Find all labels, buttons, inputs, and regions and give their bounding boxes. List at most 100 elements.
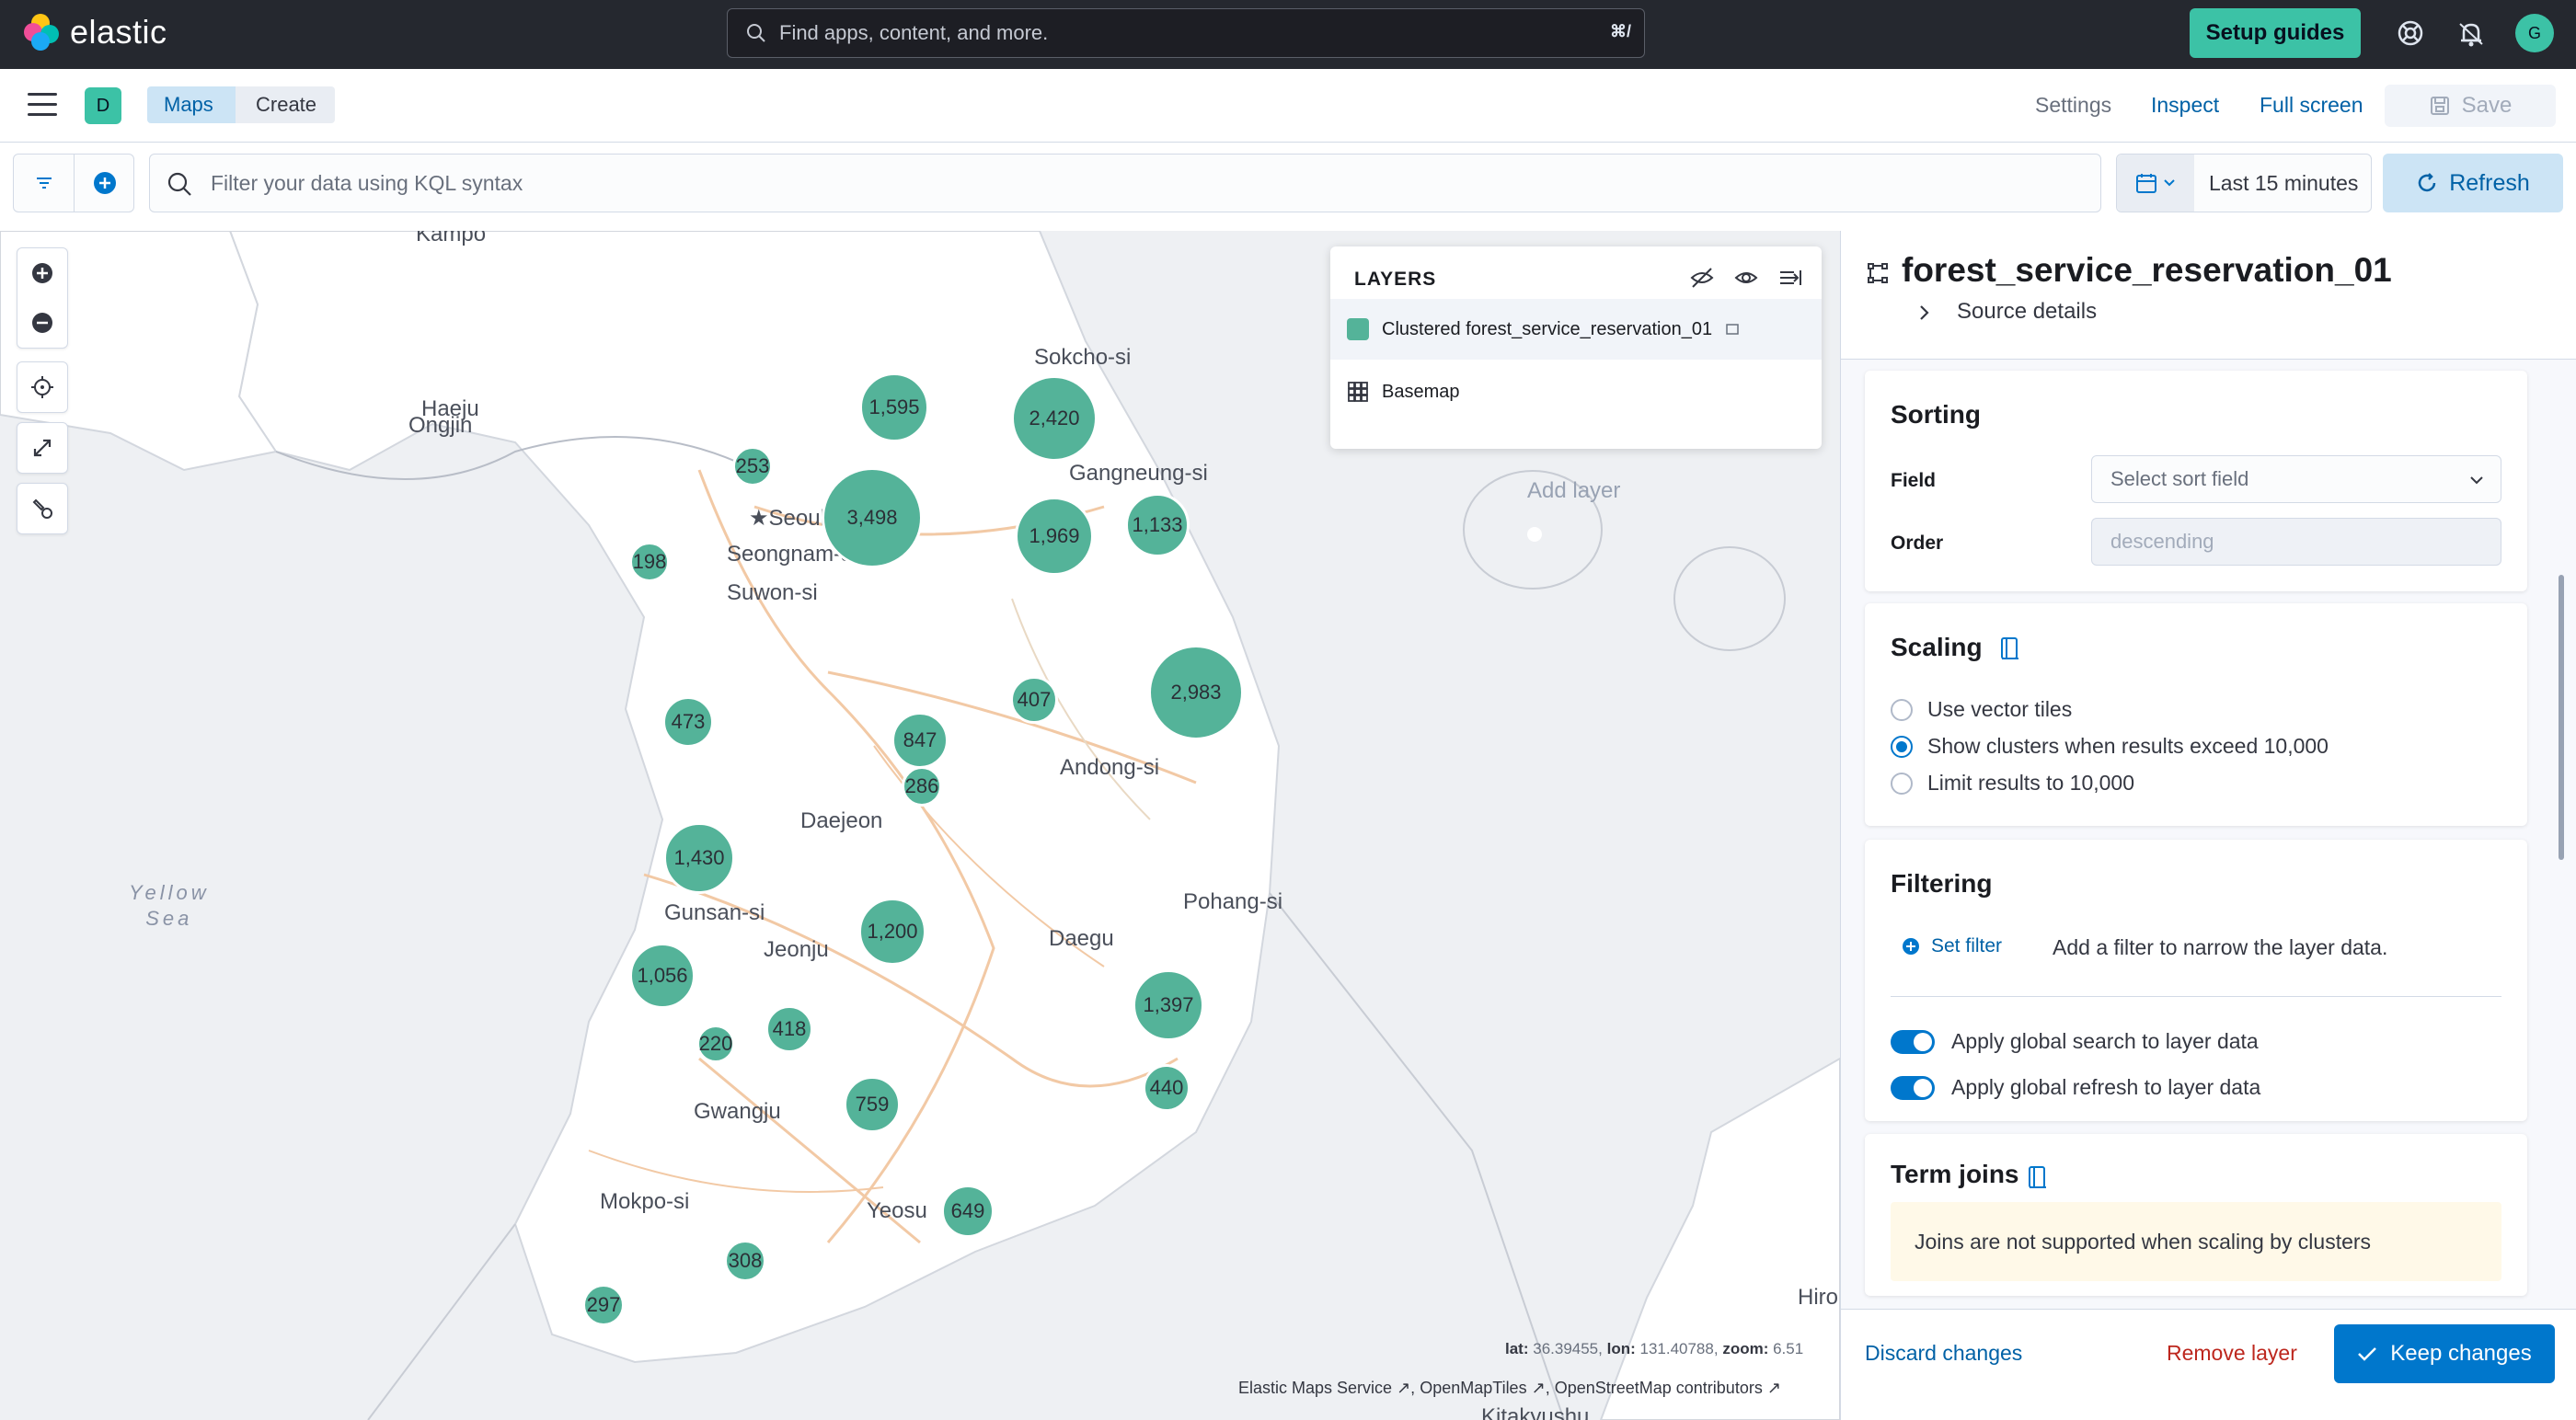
- order-label: Order: [1891, 532, 1944, 554]
- keep-changes-button[interactable]: Keep changes: [2334, 1324, 2555, 1383]
- filtering-section: Filtering Set filter Add a filter to nar…: [1865, 840, 2527, 1121]
- cluster-marker[interactable]: 1,397: [1133, 969, 1204, 1041]
- cluster-marker[interactable]: 1,133: [1125, 493, 1190, 557]
- attribution-osm[interactable]: OpenStreetMap contributors: [1555, 1379, 1763, 1397]
- cluster-marker[interactable]: 253: [732, 446, 773, 487]
- space-avatar[interactable]: D: [85, 87, 121, 124]
- settings-link[interactable]: Settings: [2035, 93, 2111, 118]
- cluster-marker[interactable]: 440: [1143, 1064, 1190, 1112]
- layer-name[interactable]: Basemap: [1382, 382, 1460, 403]
- date-picker[interactable]: Last 15 minutes: [2116, 154, 2372, 212]
- layer-item-basemap[interactable]: Basemap: [1330, 361, 1822, 422]
- breadcrumb-maps[interactable]: Maps: [147, 86, 236, 123]
- elastic-logo-link[interactable]: elastic: [24, 13, 167, 52]
- add-layer-button[interactable]: Add layer: [1527, 478, 1620, 504]
- layer-name[interactable]: Clustered forest_service_reservation_01: [1382, 319, 1712, 340]
- external-link-icon: ↗: [1397, 1379, 1411, 1397]
- cluster-layer-swatch-icon: [1347, 318, 1369, 340]
- cluster-marker[interactable]: 1,430: [663, 822, 735, 894]
- attribution-ems[interactable]: Elastic Maps Service: [1238, 1379, 1392, 1397]
- chevron-right-icon[interactable]: [1918, 304, 1931, 321]
- tools-icon[interactable]: [17, 483, 68, 534]
- cluster-marker[interactable]: 308: [724, 1240, 766, 1282]
- external-link-icon: ↗: [1766, 1379, 1781, 1397]
- layer-item-clustered[interactable]: Clustered forest_service_reservation_01: [1330, 299, 1822, 360]
- cluster-marker[interactable]: 649: [941, 1185, 995, 1238]
- cluster-marker[interactable]: 847: [891, 712, 949, 769]
- zoom-in-icon[interactable]: [17, 248, 68, 298]
- setup-guides-button[interactable]: Setup guides: [2190, 8, 2361, 58]
- radio-vector-tiles[interactable]: Use vector tiles: [1891, 697, 2072, 722]
- fit-to-data-icon[interactable]: [17, 422, 68, 474]
- cluster-marker[interactable]: 418: [765, 1005, 813, 1053]
- full-screen-link[interactable]: Full screen: [2260, 93, 2363, 118]
- cluster-marker[interactable]: 1,969: [1015, 497, 1094, 576]
- radio-circle-selected[interactable]: [1891, 735, 1913, 758]
- documentation-icon[interactable]: [1999, 636, 2021, 662]
- set-filter-button[interactable]: Set filter: [1902, 935, 2002, 957]
- field-label: Field: [1891, 470, 1937, 491]
- eye-closed-icon[interactable]: [1689, 265, 1715, 291]
- cluster-marker[interactable]: 1,595: [859, 372, 929, 442]
- help-icon[interactable]: [2394, 17, 2427, 50]
- cluster-marker[interactable]: 297: [582, 1284, 625, 1326]
- cluster-marker[interactable]: 473: [662, 696, 714, 748]
- add-filter-button[interactable]: [75, 155, 135, 212]
- documentation-icon[interactable]: [2027, 1165, 2049, 1191]
- lon-value: 131.40788: [1639, 1340, 1714, 1357]
- layer-panel-header: forest_service_reservation_01 Source det…: [1841, 231, 2576, 360]
- zoom-out-icon[interactable]: [17, 298, 68, 348]
- global-search-input[interactable]: Find apps, content, and more. ⌘/: [727, 8, 1645, 58]
- radio-circle[interactable]: [1891, 772, 1913, 795]
- set-view-icon[interactable]: [17, 361, 68, 413]
- sort-field-select[interactable]: Select sort field: [2091, 455, 2501, 503]
- filter-options: [13, 154, 134, 212]
- notifications-icon[interactable]: [2455, 17, 2488, 50]
- global-refresh-label: Apply global refresh to layer data: [1951, 1075, 2261, 1099]
- cluster-marker[interactable]: 1,056: [629, 943, 696, 1009]
- global-search-switch[interactable]: [1891, 1029, 1935, 1054]
- search-icon: [167, 172, 191, 196]
- user-avatar[interactable]: G: [2515, 14, 2554, 52]
- map-label-sokcho: Sokcho-si: [1034, 345, 1132, 370]
- global-refresh-switch[interactable]: [1891, 1075, 1935, 1100]
- check-icon: [2358, 1347, 2377, 1361]
- cluster-marker[interactable]: 759: [844, 1076, 901, 1133]
- menu-icon[interactable]: [28, 93, 57, 119]
- kql-search-input[interactable]: Filter your data using KQL syntax: [149, 154, 2101, 212]
- layer-settings-icon[interactable]: [1725, 322, 1740, 337]
- cluster-marker[interactable]: 2,983: [1148, 645, 1244, 740]
- remove-layer-button[interactable]: Remove layer: [2167, 1341, 2297, 1366]
- grid-icon: [1348, 382, 1368, 402]
- cluster-marker[interactable]: 1,200: [858, 898, 926, 966]
- search-shortcut: ⌘/: [1609, 22, 1631, 40]
- quick-select-button[interactable]: [2117, 155, 2194, 212]
- save-button[interactable]: Save: [2385, 85, 2556, 127]
- layers-heading: LAYERS: [1354, 269, 1437, 290]
- radio-show-clusters[interactable]: Show clusters when results exceed 10,000: [1891, 734, 2329, 759]
- cluster-marker[interactable]: 3,498: [822, 467, 923, 568]
- map-label-suwon: Suwon-si: [727, 580, 818, 605]
- save-label: Save: [2461, 93, 2513, 118]
- radio-circle[interactable]: [1891, 698, 1913, 721]
- eye-icon[interactable]: [1733, 265, 1759, 291]
- collapse-panel-icon[interactable]: [1777, 265, 1803, 291]
- radio-limit-results[interactable]: Limit results to 10,000: [1891, 771, 2134, 796]
- radio-label: Use vector tiles: [1927, 697, 2073, 721]
- panel-scrollbar[interactable]: [2559, 575, 2564, 860]
- source-details-toggle[interactable]: Source details: [1957, 299, 2097, 325]
- cluster-marker[interactable]: 198: [629, 542, 670, 582]
- inspect-link[interactable]: Inspect: [2151, 93, 2219, 118]
- discard-changes-button[interactable]: Discard changes: [1865, 1341, 2022, 1366]
- cluster-marker[interactable]: 407: [1010, 676, 1058, 724]
- filter-menu-button[interactable]: [14, 155, 75, 212]
- cluster-marker[interactable]: 220: [696, 1025, 735, 1063]
- attribution-omt[interactable]: OpenMapTiles: [1420, 1379, 1526, 1397]
- cluster-marker[interactable]: 286: [902, 766, 942, 807]
- set-filter-label: Set filter: [1931, 935, 2003, 956]
- cluster-marker[interactable]: 2,420: [1011, 375, 1098, 462]
- time-range-label[interactable]: Last 15 minutes: [2209, 171, 2358, 196]
- layer-title: forest_service_reservation_01: [1902, 251, 2392, 289]
- plus-circle-icon: [1903, 938, 1919, 955]
- refresh-button[interactable]: Refresh: [2383, 154, 2563, 212]
